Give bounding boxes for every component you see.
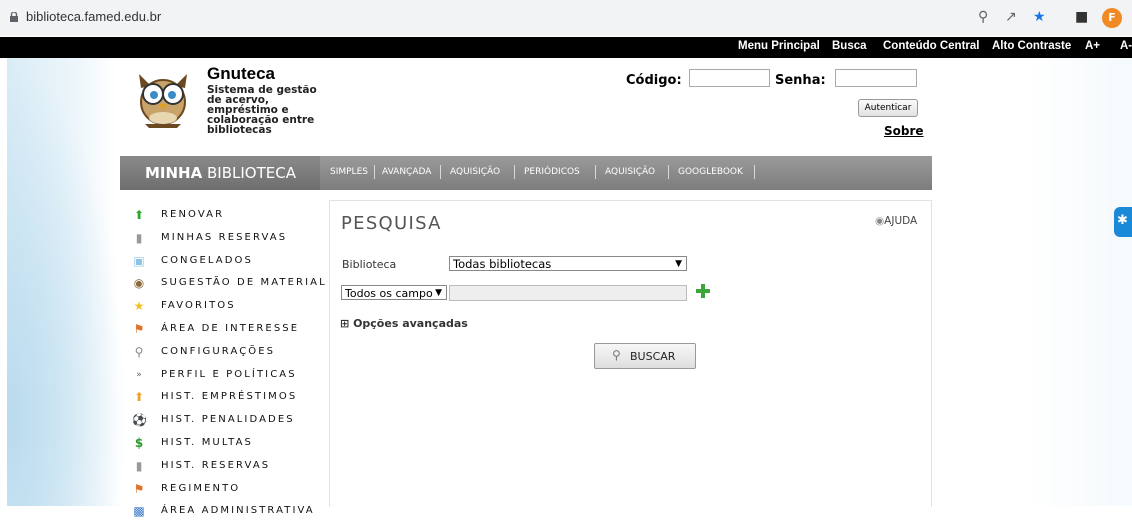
lock-icon	[10, 12, 18, 22]
search-panel: PESQUISA ◉AJUDA Biblioteca Todas bibliot…	[329, 200, 932, 507]
expand-icon: ⊞	[340, 317, 350, 330]
sidebar-item-label: SUGESTÃO DE MATERIAL	[161, 277, 327, 289]
advanced-options-toggle[interactable]: ⊞ Opções avançadas	[340, 317, 468, 330]
buscar-button[interactable]: ⚲ BUSCAR	[594, 343, 696, 369]
main-menu-bar: MINHA BIBLIOTECA SIMPLES AVANÇADA AQUISI…	[120, 156, 932, 190]
biblioteca-select[interactable]: Todas bibliotecas ▼	[449, 256, 687, 271]
tab-avancada[interactable]: AVANÇADA	[382, 167, 431, 177]
tab-separator	[754, 165, 755, 179]
sidebar-item-label: CONFIGURAÇÕES	[161, 345, 276, 357]
owl-icon: ◉	[133, 276, 145, 291]
sobre-link[interactable]: Sobre	[884, 124, 924, 138]
search-term-input[interactable]	[449, 285, 687, 301]
nav-alto-contraste[interactable]: Alto Contraste	[992, 40, 1071, 52]
minha-label: MINHA	[145, 164, 203, 182]
url-text[interactable]: biblioteca.famed.edu.br	[26, 9, 161, 24]
zoom-icon[interactable]: ⚲	[978, 9, 988, 25]
sidebar-item-label: HIST. MULTAS	[161, 436, 253, 448]
sidebar-item-label: CONGELADOS	[161, 254, 253, 266]
sidebar-item-label: RENOVAR	[161, 209, 225, 220]
sidebar-item-label: FAVORITOS	[161, 300, 236, 312]
tab-separator	[374, 165, 375, 179]
tab-aquisicao-2[interactable]: AQUISIÇÃO	[605, 167, 655, 177]
tab-simples[interactable]: SIMPLES	[330, 167, 368, 177]
nav-font-increase[interactable]: A+	[1085, 40, 1100, 52]
nav-busca[interactable]: Busca	[832, 40, 867, 52]
tab-separator	[595, 165, 596, 179]
tab-googlebook[interactable]: GOOGLEBOOK	[678, 167, 743, 177]
nav-menu-principal[interactable]: Menu Principal	[738, 40, 820, 52]
sidebar-item-label: HIST. PENALIDADES	[161, 414, 295, 426]
campo-selected-value: Todos os campos	[345, 287, 439, 300]
ball-icon: ⚽	[132, 413, 147, 428]
ice-cube-icon: ▣	[133, 253, 145, 268]
side-panel-icon[interactable]: ■	[1075, 9, 1088, 25]
senha-label: Senha:	[775, 73, 826, 88]
bookmark-star-icon[interactable]: ★	[1033, 9, 1046, 25]
sidebar-item-label: PERFIL E POLÍTICAS	[161, 368, 297, 380]
decorative-wave	[7, 58, 127, 506]
share-icon[interactable]: ↗	[1005, 9, 1017, 25]
sidebar-item-label: HIST. EMPRÉSTIMOS	[161, 391, 298, 403]
brand-title: Gnuteca	[207, 64, 276, 83]
codigo-label: Código:	[626, 73, 682, 88]
gnuteca-owl-logo	[139, 74, 187, 128]
profile-avatar[interactable]: F	[1102, 8, 1122, 28]
senha-input[interactable]	[835, 69, 917, 87]
tab-separator	[668, 165, 669, 179]
orange-up-arrow-icon: ⬆	[133, 390, 145, 405]
dollar-icon: $	[134, 435, 144, 450]
help-label: AJUDA	[884, 215, 918, 227]
tab-separator	[440, 165, 441, 179]
tab-separator	[514, 165, 515, 179]
tab-periodicos[interactable]: PERIÓDICOS	[524, 167, 580, 177]
sidebar-item-label: ÁREA DE INTERESSE	[161, 322, 300, 334]
pushpin-icon: ⚑	[133, 321, 145, 336]
sidebar-item-label: ÁREA ADMINISTRATIVA	[161, 505, 315, 517]
chevron-down-icon: ▼	[433, 286, 442, 299]
pushpin-icon: ⚑	[133, 481, 145, 496]
admin-icon: ▩	[133, 504, 145, 519]
nav-font-decrease[interactable]: A-	[1120, 40, 1132, 52]
help-icon: ◉	[875, 215, 885, 227]
autenticar-button[interactable]: Autenticar	[858, 99, 918, 117]
nav-conteudo-central[interactable]: Conteúdo Central	[883, 40, 979, 52]
advanced-options-label: Opções avançadas	[353, 317, 468, 330]
brand-subtitle: Sistema de gestão de acervo, empréstimo …	[207, 84, 317, 136]
buscar-label: BUSCAR	[630, 350, 676, 363]
sidebar-item-label: HIST. RESERVAS	[161, 459, 271, 471]
chevron-down-icon: ▼	[675, 259, 682, 269]
minha-biblioteca-tab[interactable]: MINHA BIBLIOTECA	[120, 156, 320, 190]
star-icon: ★	[133, 299, 145, 314]
magnifier-icon: ⚲	[134, 344, 144, 359]
book-icon: ▮	[135, 458, 143, 473]
help-link[interactable]: ◉AJUDA	[875, 215, 917, 227]
campo-select[interactable]: Todos os campos ▼	[341, 285, 447, 300]
codigo-input[interactable]	[689, 69, 770, 87]
book-icon: ▮	[135, 230, 143, 245]
sidebar-item-label: MINHAS RESERVAS	[161, 231, 288, 243]
brand-block: Gnuteca Sistema de gestão de acervo, emp…	[207, 64, 332, 135]
browser-address-bar: biblioteca.famed.edu.br ⚲ ↗ ★ ■ F	[0, 0, 1132, 36]
biblioteca-selected-value: Todas bibliotecas	[453, 257, 552, 271]
tab-aquisicao[interactable]: AQUISIÇÃO	[450, 167, 500, 177]
search-icon: ⚲	[612, 348, 621, 362]
chevron-right-icon: »	[136, 369, 142, 380]
green-up-arrow-icon: ⬆	[133, 208, 145, 222]
biblioteca-label: Biblioteca	[342, 258, 397, 271]
page-title: PESQUISA	[341, 213, 442, 234]
accessibility-widget-button[interactable]	[1114, 207, 1132, 237]
sidebar-item-label: REGIMENTO	[161, 482, 241, 494]
top-navigation: Menu Principal Busca Conteúdo Central Al…	[0, 37, 1132, 58]
biblioteca-label: BIBLIOTECA	[207, 164, 296, 182]
add-field-icon[interactable]	[695, 283, 711, 299]
